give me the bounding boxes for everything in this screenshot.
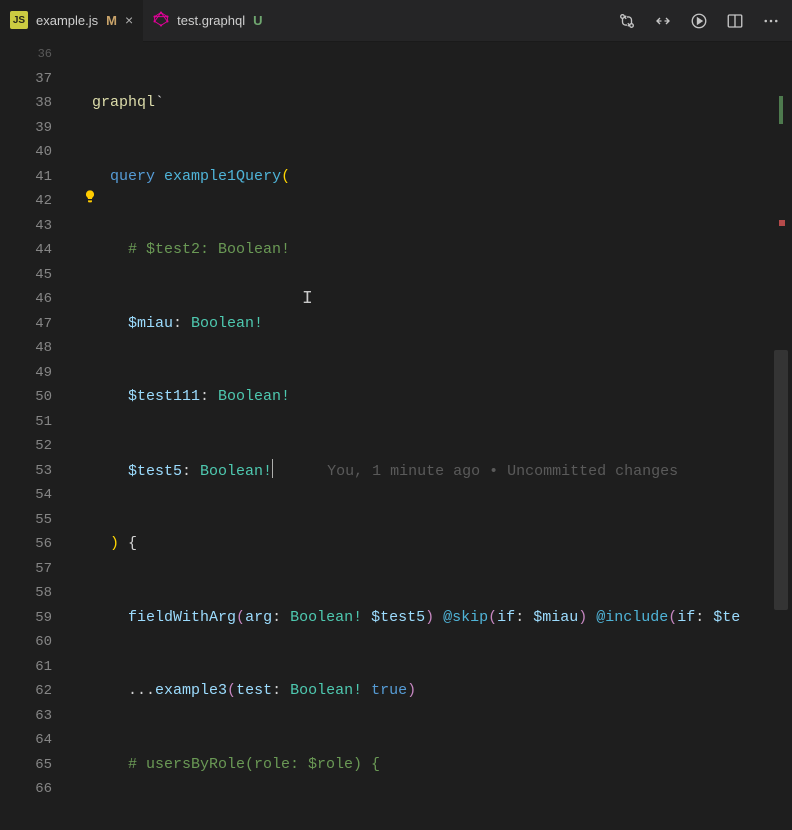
- code-line: $test5: Boolean! You, 1 minute ago • Unc…: [92, 459, 792, 484]
- code-line: $test111: Boolean!: [92, 385, 792, 410]
- untracked-badge: U: [253, 13, 262, 28]
- line-number: 42: [0, 189, 52, 214]
- line-number: 55: [0, 508, 52, 533]
- line-number-gutter: 3637383940414243444546474849505152535455…: [0, 42, 74, 800]
- line-number: 47: [0, 312, 52, 337]
- code-line: ...example3(test: Boolean! true): [92, 679, 792, 704]
- code-area[interactable]: graphql` query example1Query( # $test2: …: [74, 42, 792, 800]
- line-number: 43: [0, 214, 52, 239]
- ruler-change-marker: [779, 96, 783, 124]
- code-line: ) {: [92, 532, 792, 557]
- line-number: 44: [0, 238, 52, 263]
- code-line: query example1Query(: [92, 165, 792, 190]
- split-editor-icon[interactable]: [726, 12, 744, 30]
- line-number: 41: [0, 165, 52, 190]
- scrollbar-thumb[interactable]: [774, 350, 788, 610]
- code-line: graphql`: [92, 91, 792, 116]
- line-number: 52: [0, 434, 52, 459]
- line-number: 60: [0, 630, 52, 655]
- line-number: 37: [0, 67, 52, 92]
- line-number: 61: [0, 655, 52, 680]
- tab-example-js[interactable]: JS example.js M ×: [0, 0, 143, 42]
- line-number: 36: [0, 42, 52, 67]
- editor-actions: [618, 12, 792, 30]
- ruler-error-marker: [779, 220, 785, 226]
- line-number: 38: [0, 91, 52, 116]
- js-file-icon: JS: [10, 11, 28, 29]
- line-number: 59: [0, 606, 52, 631]
- tab-filename: test.graphql: [177, 13, 245, 28]
- line-number: 50: [0, 385, 52, 410]
- open-changes-icon[interactable]: [654, 12, 672, 30]
- line-number: 39: [0, 116, 52, 141]
- code-line: # usersByRole(role: $role) {: [92, 753, 792, 778]
- more-actions-icon[interactable]: [762, 12, 780, 30]
- mouse-cursor-ibeam: I: [302, 289, 313, 309]
- line-number: 66: [0, 777, 52, 802]
- line-number: 62: [0, 679, 52, 704]
- text-cursor: [272, 459, 273, 478]
- run-icon[interactable]: [690, 12, 708, 30]
- code-line: fieldWithArg(arg: Boolean! $test5) @skip…: [92, 606, 792, 631]
- line-number: 51: [0, 410, 52, 435]
- tab-bar: JS example.js M × test.graphql U: [0, 0, 792, 42]
- line-number: 64: [0, 728, 52, 753]
- overview-ruler[interactable]: [774, 90, 788, 830]
- code-line: # $test2: Boolean!: [92, 238, 792, 263]
- line-number: 45: [0, 263, 52, 288]
- line-number: 63: [0, 704, 52, 729]
- tab-filename: example.js: [36, 13, 98, 28]
- line-number: 54: [0, 483, 52, 508]
- code-editor[interactable]: 3637383940414243444546474849505152535455…: [0, 42, 792, 800]
- code-line: $miau: Boolean!: [92, 312, 792, 337]
- close-icon[interactable]: ×: [125, 12, 133, 28]
- line-number: 57: [0, 557, 52, 582]
- line-number: 48: [0, 336, 52, 361]
- tab-test-graphql[interactable]: test.graphql U: [143, 0, 272, 42]
- line-number: 65: [0, 753, 52, 778]
- modified-badge: M: [106, 13, 117, 28]
- graphql-file-icon: [153, 11, 169, 30]
- line-number: 53: [0, 459, 52, 484]
- line-number: 56: [0, 532, 52, 557]
- line-number: 40: [0, 140, 52, 165]
- line-number: 46: [0, 287, 52, 312]
- line-number: 49: [0, 361, 52, 386]
- line-number: 58: [0, 581, 52, 606]
- git-blame-annotation: You, 1 minute ago • Uncommitted changes: [327, 463, 678, 480]
- lightbulb-icon[interactable]: [82, 189, 98, 205]
- compare-changes-icon[interactable]: [618, 12, 636, 30]
